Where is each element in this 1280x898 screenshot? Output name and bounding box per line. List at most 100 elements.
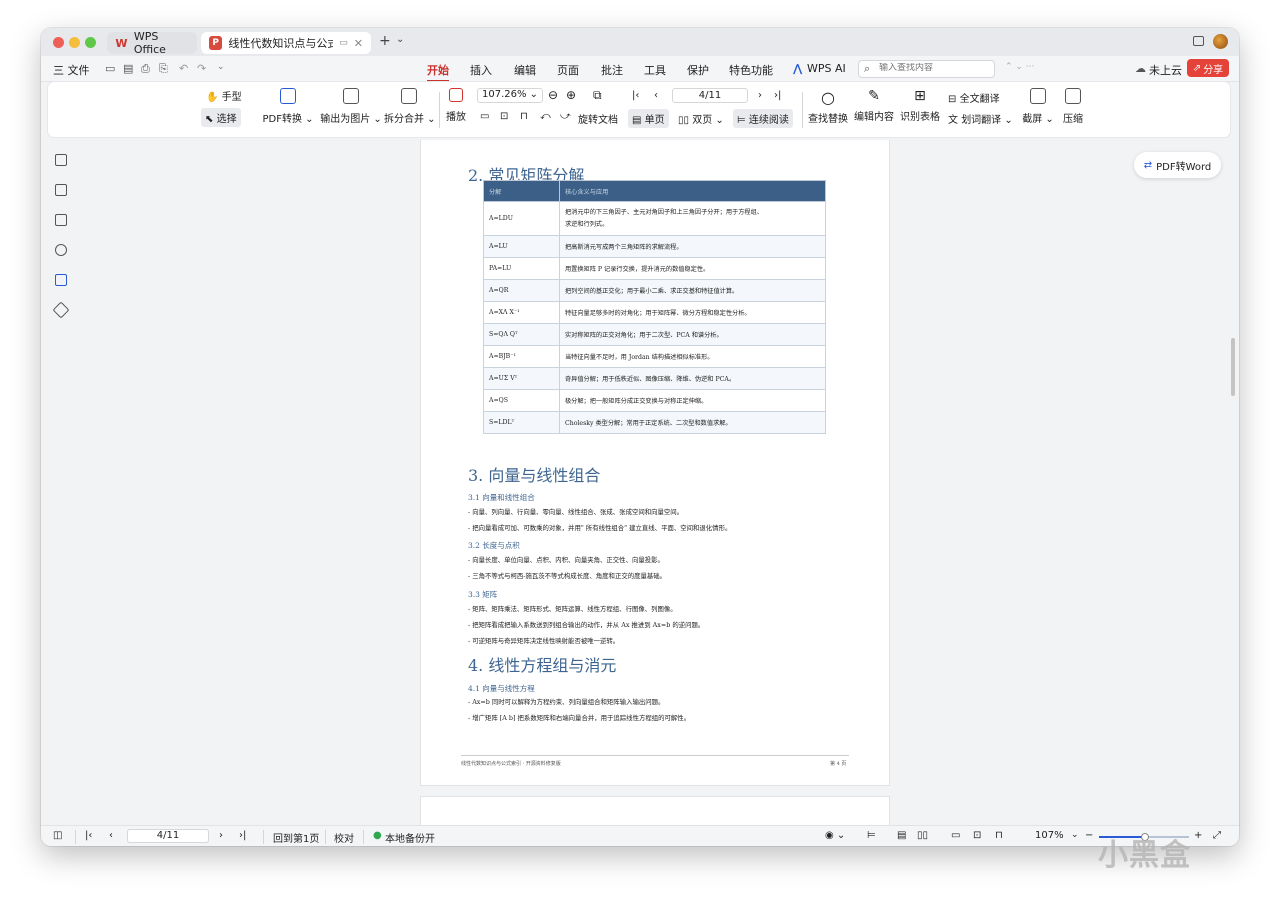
share-button[interactable]: ⇗ 分享 (1187, 59, 1229, 77)
search-box[interactable]: ⌕ (858, 60, 995, 78)
screenshot-button[interactable]: 截屏 ⌄ (1018, 88, 1058, 125)
first-page-icon[interactable]: |‹ (85, 830, 92, 841)
close-window-button[interactable] (53, 37, 64, 48)
undo-icon[interactable]: ↶ (179, 62, 188, 75)
paragraph-line: - 把矩阵看成把输入系数送到列组合输出的动作，并从 Ax 推进到 Ax=b 的逆… (468, 621, 705, 629)
bookmark-icon[interactable] (55, 154, 67, 166)
fit-width-icon[interactable]: ⊡ (500, 111, 508, 122)
page-number-input[interactable]: 4/11 (672, 88, 748, 103)
rotate-left-icon[interactable]: ⤺ (540, 111, 551, 122)
layers-icon[interactable] (52, 301, 70, 319)
hand-tool-button[interactable]: ✋ 手型 (206, 88, 242, 103)
fit-width-icon[interactable]: ⊡ (973, 830, 981, 841)
actual-size-icon[interactable]: ▭ (951, 830, 960, 841)
tab-wps-office[interactable]: W WPS Office (107, 30, 197, 56)
comment-icon[interactable] (55, 214, 67, 226)
full-translate-button[interactable]: ⊟ 全文翻译 (948, 90, 1000, 105)
prev-page-icon[interactable]: ‹ (109, 830, 113, 841)
redo-icon[interactable]: ↷ (197, 62, 206, 75)
translate-icon: ⊟ (948, 94, 957, 105)
last-page-icon[interactable]: ›| (239, 830, 246, 841)
single-page-mode-icon[interactable]: ▤ (897, 830, 906, 841)
find-replace-button[interactable]: ○ 查找替换 (806, 88, 850, 125)
last-page-icon[interactable]: ›| (774, 90, 781, 101)
new-tab-button[interactable]: + (379, 33, 391, 49)
fit-page-icon[interactable]: ⧉ (593, 88, 602, 103)
play-button[interactable]: 播放 (444, 88, 468, 123)
rotate-right-icon[interactable]: ⤻ (560, 111, 571, 122)
prev-page-icon[interactable]: ‹ (654, 90, 658, 101)
eye-protection-icon[interactable]: ◉ ⌄ (825, 830, 845, 841)
double-page-button[interactable]: ▯▯ 双页 ⌄ (678, 111, 724, 126)
search-prev-icon[interactable]: ⌃ ⌄ ··· (1005, 62, 1034, 72)
document-viewport[interactable]: 2. 常见矩阵分解 分解 核心含义与应用 A=LDU 把消元中的下三角因子、主元… (81, 140, 1231, 825)
export-image-button[interactable]: 输出为图片 ⌄ (320, 88, 382, 125)
print-icon[interactable]: ⎙ (141, 62, 150, 76)
print-preview-icon[interactable]: ⎘ (159, 62, 168, 76)
single-page-button[interactable]: ▤ 单页 (628, 109, 669, 128)
continuous-mode-icon[interactable]: ⊨ (867, 830, 876, 841)
continuous-read-button[interactable]: ⊨ 连续阅读 (733, 109, 793, 128)
compress-icon (1065, 88, 1081, 104)
split-merge-button[interactable]: 拆分合并 ⌄ (384, 88, 436, 125)
tab-document[interactable]: P 线性代数知识点与公式索引 ▭ ✕ (201, 32, 371, 54)
tab-close-icon[interactable]: ✕ (354, 37, 363, 50)
menu-item-protect[interactable]: 保护 (687, 62, 709, 78)
search-input[interactable] (879, 63, 989, 73)
attachment-icon[interactable] (55, 244, 67, 256)
recognize-table-button[interactable]: ⊞ 识别表格 (898, 88, 942, 123)
menu-item-insert[interactable]: 插入 (470, 62, 492, 78)
word-translate-button[interactable]: 文 划词翻译 ⌄ (948, 111, 1013, 126)
file-menu[interactable]: 三 文件 (53, 62, 90, 78)
maximize-window-button[interactable] (85, 37, 96, 48)
app-window: W WPS Office P 线性代数知识点与公式索引 ▭ ✕ + ⌄ 三 文件… (41, 28, 1239, 846)
tab-list-button[interactable]: ⌄ (396, 34, 404, 45)
edit-content-button[interactable]: ✎ 编辑内容 (852, 88, 896, 123)
open-icon[interactable]: ▭ (105, 62, 115, 75)
fit-height-icon[interactable]: ⊓ (520, 111, 528, 122)
search-icon: ⌕ (864, 62, 871, 75)
thumbnail-icon[interactable] (55, 184, 67, 196)
vertical-scrollbar[interactable] (1231, 338, 1235, 396)
double-page-mode-icon[interactable]: ▯▯ (917, 830, 928, 841)
zoom-out-icon[interactable]: − (1085, 830, 1093, 841)
select-tool-button[interactable]: ⬉ 选择 (201, 108, 241, 127)
table-cell: 当特征向量不足时，用 Jordan 结构描述相似标准形。 (559, 345, 826, 368)
avatar[interactable] (1213, 34, 1228, 49)
status-page-input[interactable]: 4/11 (127, 829, 209, 843)
zoom-in-icon[interactable]: + (1194, 830, 1202, 841)
menu-item-edit[interactable]: 编辑 (514, 62, 536, 78)
fit-height-icon[interactable]: ⊓ (995, 830, 1003, 841)
wps-ai-button[interactable]: WPS AI (807, 62, 846, 75)
fullscreen-icon[interactable]: ⤢ (1213, 830, 1221, 841)
rotate-document-button[interactable]: 旋转文档 (578, 111, 618, 126)
zoom-in-icon[interactable]: ⊕ (566, 88, 576, 102)
backup-status[interactable]: 本地备份开 (385, 830, 435, 845)
zoom-select[interactable]: 107.26% ⌄ (477, 88, 543, 103)
save-icon[interactable]: ▤ (123, 62, 133, 75)
more-chevron-icon[interactable]: ⌄ (217, 62, 225, 72)
cloud-status[interactable]: 未上云 (1149, 62, 1182, 78)
menu-item-page[interactable]: 页面 (557, 62, 579, 78)
next-page-icon[interactable]: › (219, 830, 223, 841)
menu-item-annotate[interactable]: 批注 (601, 62, 623, 78)
menu-item-home[interactable]: 开始 (427, 62, 449, 82)
menu-item-features[interactable]: 特色功能 (729, 62, 773, 78)
zoom-dropdown-icon[interactable]: ⌄ (1071, 830, 1079, 840)
compress-button[interactable]: 压缩 (1058, 88, 1088, 125)
next-page-icon[interactable]: › (758, 90, 762, 101)
minimize-window-button[interactable] (69, 37, 80, 48)
window-layout-icon[interactable] (1193, 36, 1204, 46)
first-page-icon[interactable]: |‹ (632, 90, 639, 101)
status-zoom-value[interactable]: 107% (1035, 830, 1064, 841)
proofread-button[interactable]: 校对 (334, 830, 354, 845)
left-sidebar (41, 144, 81, 824)
actual-size-icon[interactable]: ▭ (480, 111, 489, 122)
menu-item-tools[interactable]: 工具 (644, 62, 666, 78)
zoom-out-icon[interactable]: ⊖ (548, 88, 558, 102)
pdf-to-word-button[interactable]: ⇄ PDF转Word (1134, 152, 1221, 178)
back-to-first-button[interactable]: 回到第1页 (273, 830, 319, 845)
sidebar-toggle-icon[interactable]: ◫ (53, 830, 62, 841)
pdf-convert-button[interactable]: PDF转换 ⌄ (258, 88, 318, 125)
word-icon[interactable] (55, 274, 67, 286)
